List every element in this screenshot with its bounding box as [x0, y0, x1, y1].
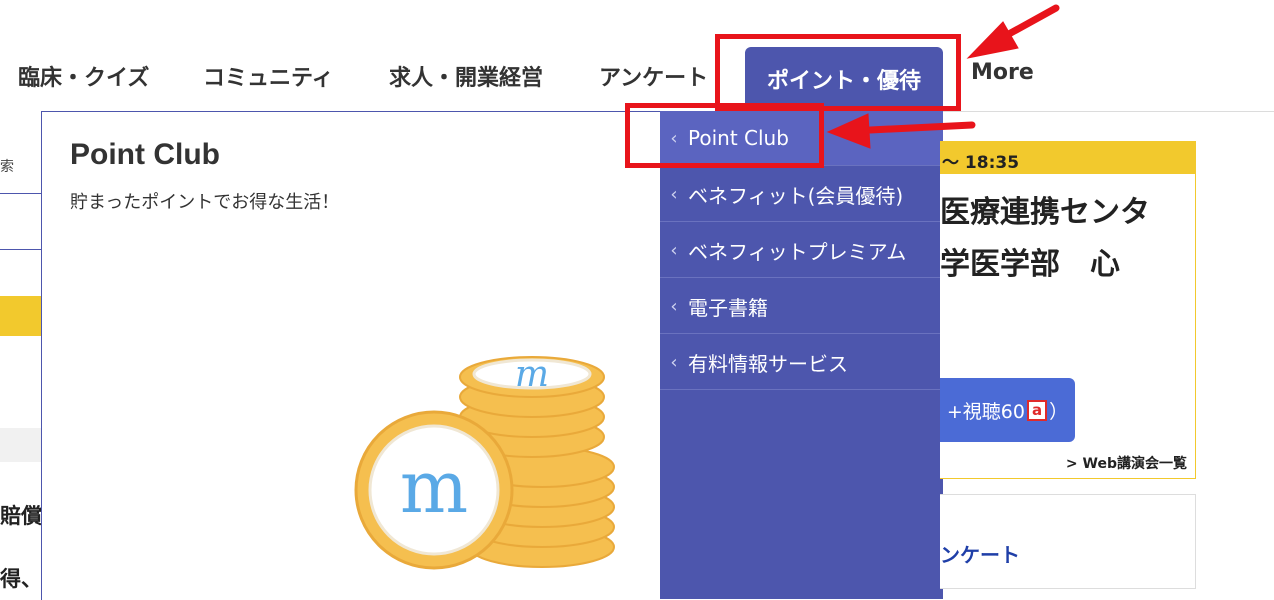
- menu-item-benefit[interactable]: ‹ ベネフィット(会員優待): [660, 167, 943, 222]
- menu-item-label: ベネフィット(会員優待): [688, 183, 904, 208]
- points-dropdown-menu: ‹ Point Club ‹ ベネフィット(会員優待) ‹ ベネフィットプレミア…: [660, 111, 943, 599]
- chevron-left-icon: ‹: [670, 239, 678, 261]
- left-content-strip: 索 賠償 得、E: [0, 111, 42, 599]
- menu-item-benefit-premium[interactable]: ‹ ベネフィットプレミアム: [660, 223, 943, 278]
- nav-item-jobs[interactable]: 求人・開業経営: [389, 60, 543, 92]
- web-lecture-list-link[interactable]: > Web講演会一覧: [1066, 453, 1187, 473]
- menu-item-point-club[interactable]: ‹ Point Club: [660, 111, 943, 166]
- panel-title: Point Club: [70, 138, 220, 171]
- point-badge-icon: a: [1026, 399, 1048, 421]
- watch-button[interactable]: +視聴60 a ）: [940, 378, 1075, 442]
- divider: [0, 249, 42, 250]
- survey-link[interactable]: ンケート: [940, 539, 1020, 568]
- menu-item-label: 有料情報サービス: [688, 351, 848, 376]
- article-title-fragment[interactable]: 賠償: [0, 500, 42, 530]
- nav-item-more[interactable]: More: [971, 60, 1034, 85]
- menu-item-label: 電子書籍: [688, 295, 768, 320]
- coin-stack-illustration: m m: [354, 354, 615, 570]
- chevron-left-icon: ‹: [670, 127, 678, 149]
- panel-subtitle: 貯まったポイントでお得な生活！: [70, 192, 340, 213]
- web-lecture-card: 〜 18:35 医療連携センタ 学医学部 心 +視聴60 a ） > Web講演…: [940, 141, 1196, 479]
- chevron-left-icon: ‹: [670, 295, 678, 317]
- top-navigation: 臨床・クイズ コミュニティ 求人・開業経営 アンケート ポイント・優待 More: [0, 0, 1274, 112]
- card-header-bar: 〜 18:35: [940, 142, 1195, 174]
- yellow-banner: [0, 296, 42, 336]
- nav-item-points-benefits[interactable]: ポイント・優待: [745, 47, 943, 111]
- menu-item-ebooks[interactable]: ‹ 電子書籍: [660, 279, 943, 334]
- nav-item-community[interactable]: コミュニティ: [203, 60, 334, 92]
- article-title-fragment[interactable]: 得、E: [0, 563, 42, 593]
- survey-card: ンケート: [940, 494, 1196, 589]
- coin-letter: m: [400, 445, 468, 529]
- chevron-left-icon: ‹: [670, 351, 678, 373]
- lecture-time: 〜 18:35: [942, 153, 1020, 173]
- divider: [0, 193, 42, 194]
- search-fragment[interactable]: 索: [0, 156, 14, 176]
- watch-button-label: +視聴60: [946, 400, 1025, 423]
- menu-item-paid-info[interactable]: ‹ 有料情報サービス: [660, 335, 943, 390]
- coin-letter: m: [515, 354, 549, 395]
- grey-bar: [0, 428, 42, 462]
- nav-item-clinical-quiz[interactable]: 臨床・クイズ: [18, 60, 149, 92]
- mega-menu-panel: Point Club 貯まったポイントでお得な生活！ m m: [41, 111, 662, 600]
- lecture-title-line[interactable]: 学医学部 心: [940, 239, 1120, 283]
- lecture-title-line[interactable]: 医療連携センタ: [940, 187, 1150, 231]
- menu-item-label: ベネフィットプレミアム: [688, 239, 907, 264]
- menu-item-label: Point Club: [688, 126, 789, 150]
- chevron-left-icon: ‹: [670, 183, 678, 205]
- nav-item-survey[interactable]: アンケート: [599, 60, 708, 92]
- watch-button-suffix: ）: [1049, 400, 1069, 423]
